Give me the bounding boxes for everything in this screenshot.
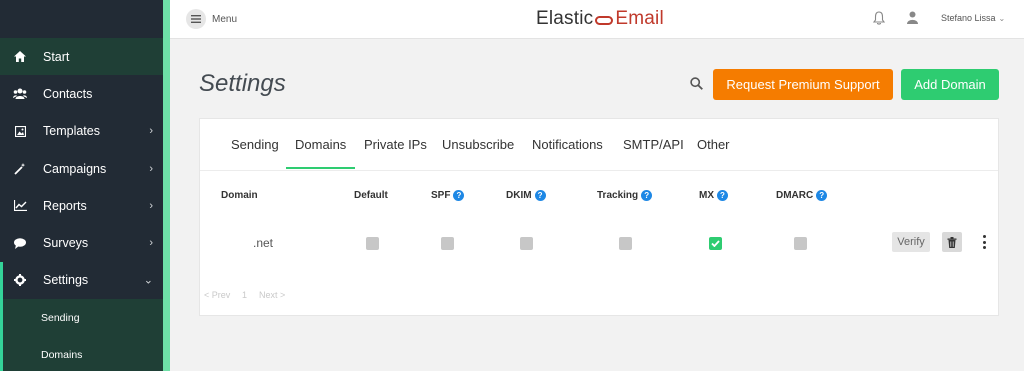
tab-other[interactable]: Other: [697, 137, 730, 152]
column-label: Default: [354, 190, 388, 201]
magic-wand-icon: [13, 162, 27, 175]
page-title: Settings: [199, 70, 286, 97]
sidebar-item-contacts[interactable]: Contacts: [0, 75, 163, 112]
dmarc-checkbox[interactable]: [794, 237, 807, 250]
pagination-page[interactable]: 1: [242, 290, 247, 300]
sidebar-item-label: Surveys: [43, 236, 89, 251]
image-icon: [13, 125, 27, 137]
request-premium-support-button[interactable]: Request Premium Support: [713, 69, 893, 100]
chevron-right-icon: ›: [149, 237, 153, 250]
sidebar-item-start[interactable]: Start: [0, 38, 163, 76]
top-bar: Menu Elastic Email Stefano Lissa ⌄: [170, 0, 1024, 39]
elastic-email-logo[interactable]: Elastic Email: [536, 8, 664, 30]
chevron-down-icon: ⌄: [998, 13, 1006, 23]
sidebar-item-label: Templates: [43, 124, 100, 139]
column-header-dmarc: DMARC ?: [776, 190, 828, 201]
user-name: Stefano Lissa: [941, 13, 996, 23]
sidebar-item-label: Campaigns: [43, 161, 107, 176]
line-chart-icon: [13, 200, 27, 212]
help-icon[interactable]: ?: [641, 190, 653, 201]
sidebar: Start Contacts Templates › Campaigns › R…: [0, 0, 163, 371]
sidebar-accent-strip: [163, 0, 170, 371]
dkim-checkbox[interactable]: [520, 237, 533, 250]
tab-sending[interactable]: Sending: [231, 137, 279, 152]
column-label: MX: [699, 190, 714, 201]
verify-button[interactable]: Verify: [892, 232, 930, 252]
sidebar-item-label: Settings: [43, 273, 89, 288]
column-header-dkim: DKIM ?: [506, 190, 546, 201]
pagination-next[interactable]: Next >: [259, 290, 285, 300]
help-icon[interactable]: ?: [816, 190, 828, 201]
sidebar-subitem-domains[interactable]: Domains: [0, 336, 163, 371]
mx-checkbox[interactable]: [709, 237, 722, 250]
sidebar-item-campaigns[interactable]: Campaigns ›: [0, 150, 163, 187]
sidebar-item-label: Start: [43, 49, 70, 64]
sidebar-item-label: Reports: [43, 198, 87, 213]
bell-icon[interactable]: [872, 11, 886, 30]
logo-text-right: Email: [615, 8, 664, 29]
sidebar-header: [0, 0, 163, 38]
chat-bubble-icon: [13, 237, 27, 249]
sidebar-subitem-sending[interactable]: Sending: [0, 299, 163, 337]
checkmark-icon: [711, 240, 720, 247]
column-header-default: Default: [354, 190, 388, 201]
tab-notifications[interactable]: Notifications: [532, 137, 603, 152]
help-icon[interactable]: ?: [534, 190, 546, 201]
sidebar-subitem-label: Sending: [41, 311, 80, 324]
column-label: SPF: [431, 190, 451, 201]
settings-submenu: Sending Domains: [0, 299, 163, 371]
sidebar-item-settings[interactable]: Settings ⌄: [0, 261, 163, 300]
chevron-right-icon: ›: [149, 199, 153, 212]
delete-button[interactable]: [942, 232, 962, 252]
sidebar-item-reports[interactable]: Reports ›: [0, 187, 163, 224]
column-header-spf: SPF ?: [431, 190, 465, 201]
trash-icon: [947, 236, 957, 248]
sidebar-item-templates[interactable]: Templates ›: [0, 113, 163, 150]
tab-private-ips[interactable]: Private IPs: [364, 137, 427, 152]
tab-domains[interactable]: Domains: [285, 137, 356, 169]
help-icon[interactable]: ?: [717, 190, 728, 201]
help-icon[interactable]: ?: [453, 190, 465, 201]
logo-text-left: Elastic: [536, 8, 594, 29]
spf-checkbox[interactable]: [441, 237, 454, 250]
column-label: DMARC: [776, 190, 814, 201]
tab-smtp-api[interactable]: SMTP/API: [623, 137, 684, 152]
sidebar-item-surveys[interactable]: Surveys ›: [0, 224, 163, 261]
menu-label: Menu: [212, 13, 238, 25]
more-options-icon[interactable]: [979, 235, 989, 249]
default-checkbox[interactable]: [366, 237, 379, 250]
add-domain-button[interactable]: Add Domain: [901, 69, 999, 100]
chain-link-icon: [595, 15, 614, 25]
column-header-mx: MX ?: [699, 190, 728, 201]
column-label: Domain: [221, 190, 258, 201]
gear-icon: [13, 274, 27, 287]
column-label: DKIM: [506, 190, 532, 201]
tab-unsubscribe[interactable]: Unsubscribe: [442, 137, 514, 152]
sidebar-subitem-label: Domains: [41, 349, 83, 362]
user-menu[interactable]: Stefano Lissa ⌄: [941, 13, 1005, 23]
search-icon[interactable]: [690, 77, 703, 95]
column-header-tracking: Tracking ?: [597, 190, 653, 201]
home-icon: [13, 51, 27, 63]
hamburger-icon: [186, 9, 206, 29]
tracking-checkbox[interactable]: [619, 237, 632, 250]
chevron-right-icon: ›: [149, 162, 153, 175]
menu-button[interactable]: Menu: [186, 9, 237, 29]
domains-card: Sending Domains Private IPs Unsubscribe …: [199, 118, 999, 316]
column-header-domain: Domain: [221, 190, 258, 201]
chevron-right-icon: ›: [149, 125, 153, 138]
user-icon[interactable]: [907, 11, 918, 29]
users-icon: [13, 88, 27, 100]
pagination-prev[interactable]: < Prev: [204, 290, 230, 300]
domain-name: .net: [253, 236, 274, 250]
sidebar-item-label: Contacts: [43, 86, 93, 101]
column-label: Tracking: [597, 190, 639, 201]
chevron-down-icon: ⌄: [143, 274, 153, 287]
settings-tabs: Sending Domains Private IPs Unsubscribe …: [200, 119, 998, 171]
